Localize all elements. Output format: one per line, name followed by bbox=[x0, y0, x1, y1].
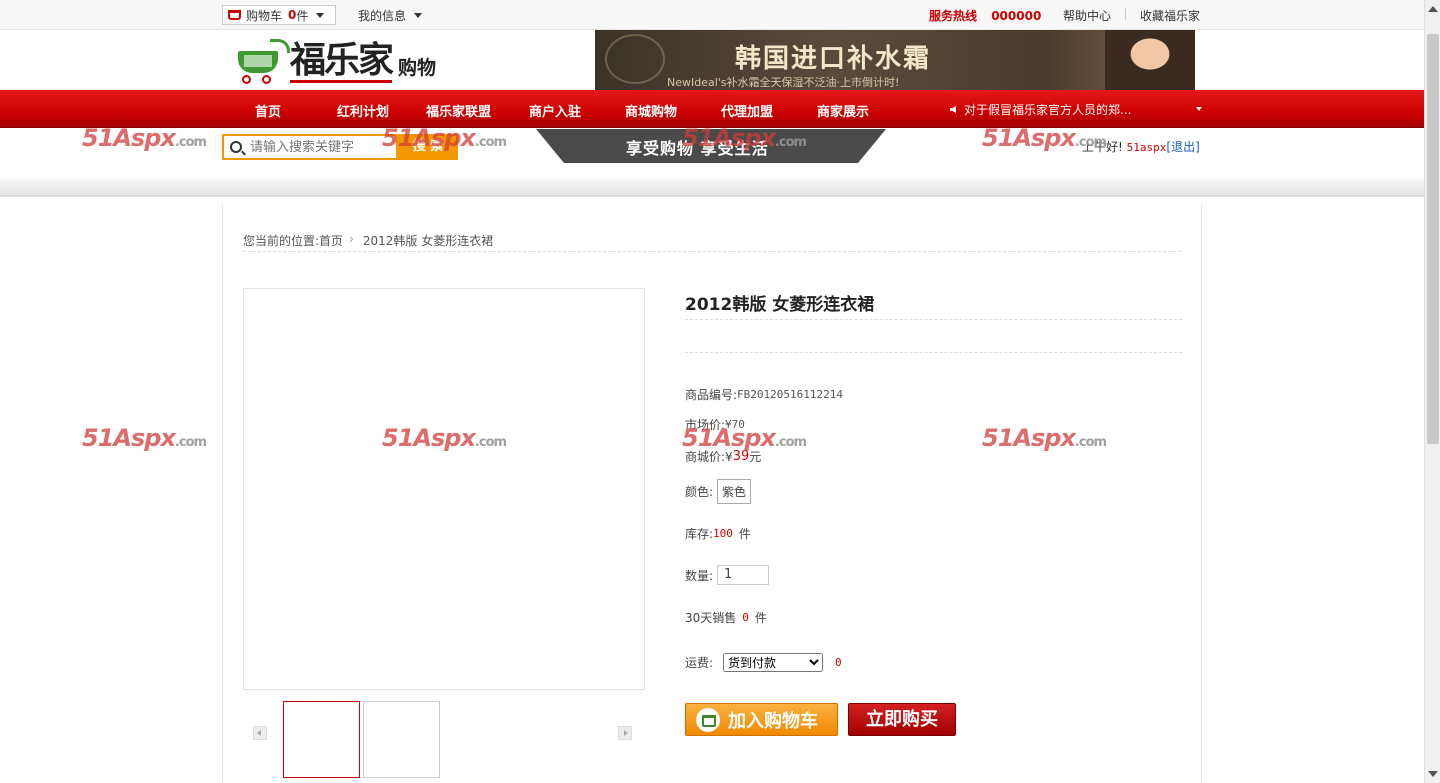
breadcrumb-prefix: 您当前的位置: bbox=[243, 234, 320, 248]
help-center-link[interactable]: 帮助中心 bbox=[1063, 7, 1111, 24]
main-nav: 首页 红利计划 福乐家联盟 商户入驻 商城购物 代理加盟 商家展示 对于假冒福乐… bbox=[0, 90, 1424, 128]
nav-item-agent[interactable]: 代理加盟 bbox=[721, 101, 773, 120]
greeting: 上午好! bbox=[1082, 140, 1123, 154]
cart-icon bbox=[228, 10, 241, 20]
sales-label: 30天销售 bbox=[685, 611, 737, 625]
nav-item-mall[interactable]: 商城购物 bbox=[625, 101, 677, 120]
top-links: 帮助中心 收藏福乐家 bbox=[1063, 7, 1200, 24]
market-price-row: 市场价: ¥70 bbox=[685, 416, 745, 433]
add-to-cart-button[interactable]: 加入购物车 bbox=[685, 703, 838, 736]
favorite-link[interactable]: 收藏福乐家 bbox=[1140, 7, 1200, 24]
quantity-row: 数量: 1 bbox=[685, 565, 770, 585]
search-input[interactable] bbox=[250, 139, 390, 155]
search-icon bbox=[230, 141, 242, 153]
stock-unit: 件 bbox=[738, 527, 751, 541]
color-label: 颜色: bbox=[685, 485, 714, 499]
stock-label: 库存: bbox=[685, 527, 714, 541]
welcome-message: 上午好! 51aspx[退出] bbox=[1082, 138, 1200, 155]
hotline-label: 服务热线 bbox=[929, 9, 978, 23]
color-option[interactable]: 紫色 bbox=[717, 479, 752, 504]
sales-row: 30天销售 0 件 bbox=[685, 609, 767, 626]
divider bbox=[685, 352, 1182, 353]
mall-price: 39 bbox=[732, 449, 750, 464]
product-code-row: 商品编号: FB20120516112214 bbox=[685, 386, 843, 403]
shipping-select[interactable]: 货到付款 bbox=[723, 653, 824, 672]
my-info-label: 我的信息 bbox=[358, 9, 407, 23]
mall-price-unit: 元 bbox=[749, 450, 762, 464]
sales-value: 0 bbox=[742, 611, 749, 624]
top-utility-bar: 购物车 0 件 我的信息 服务热线 000000 帮助中心 收藏福乐家 bbox=[0, 0, 1424, 30]
cart-label: 购物车 bbox=[246, 8, 283, 23]
nav-item-alliance[interactable]: 福乐家联盟 bbox=[426, 101, 491, 120]
banner-title: 韩国进口补水霜 bbox=[735, 44, 932, 74]
scroll-up-icon[interactable] bbox=[1428, 6, 1438, 12]
product-title: 2012韩版 女菱形连衣裙 bbox=[685, 290, 1182, 320]
nav-item-home[interactable]: 首页 bbox=[255, 101, 281, 120]
shipping-row: 运费: 货到付款 0 bbox=[685, 653, 842, 672]
notice-text: 对于假冒福乐家官方人员的郑... bbox=[964, 103, 1132, 117]
code-label: 商品编号: bbox=[685, 388, 738, 402]
mall-price-symbol: ¥ bbox=[725, 449, 733, 464]
shipping-fee: 0 bbox=[835, 656, 842, 669]
divider bbox=[1125, 8, 1127, 20]
thumb-next-button[interactable] bbox=[618, 726, 632, 740]
breadcrumb-current: 2012韩版 女菱形连衣裙 bbox=[362, 234, 494, 248]
speaker-icon bbox=[950, 106, 956, 113]
chevron-down-icon bbox=[414, 13, 423, 18]
cart-icon bbox=[696, 707, 720, 732]
chevron-down-icon[interactable] bbox=[1196, 107, 1202, 111]
thumb-prev-button[interactable] bbox=[253, 726, 267, 740]
product-code: FB20120516112214 bbox=[737, 388, 844, 401]
cart-dropdown[interactable]: 购物车 0 件 bbox=[222, 5, 336, 25]
breadcrumb: 您当前的位置: 首页 › 2012韩版 女菱形连衣裙 bbox=[243, 232, 1181, 252]
service-hotline: 服务热线 000000 bbox=[929, 7, 1041, 24]
nav-item-merchant-join[interactable]: 商户入驻 bbox=[529, 101, 581, 120]
scroll-down-icon[interactable] bbox=[1428, 771, 1438, 777]
ad-banner[interactable]: 韩国进口补水霜 NewIdeal's补水霜全天保湿不泛油·上市倒计时! bbox=[595, 30, 1195, 90]
mall-price-row: 商城价: ¥ 39 元 bbox=[685, 448, 761, 465]
stock-value: 100 bbox=[713, 527, 733, 540]
cart-unit: 件 bbox=[296, 8, 309, 23]
search-bar: 搜 索 bbox=[222, 134, 458, 160]
stock-row: 库存: 100 件 bbox=[685, 525, 751, 542]
search-button[interactable]: 搜 索 bbox=[398, 134, 458, 160]
banner-subtitle: NewIdeal's补水霜全天保湿不泛油·上市倒计时! bbox=[667, 76, 900, 89]
market-price: ¥70 bbox=[725, 418, 745, 431]
quantity-input[interactable]: 1 bbox=[717, 565, 770, 585]
model-photo bbox=[1105, 30, 1195, 90]
scrollbar-thumb[interactable] bbox=[1427, 34, 1439, 444]
product-main-image[interactable] bbox=[243, 288, 645, 690]
add-to-cart-label: 加入购物车 bbox=[728, 710, 818, 732]
logo-suffix: 购物 bbox=[398, 56, 437, 79]
my-info-dropdown[interactable]: 我的信息 bbox=[358, 7, 423, 24]
product-thumbnail[interactable] bbox=[283, 701, 360, 778]
color-row: 颜色: 紫色 bbox=[685, 479, 752, 504]
product-thumbnail[interactable] bbox=[363, 701, 440, 778]
site-logo[interactable]: 福乐家 购物 bbox=[232, 36, 447, 86]
breadcrumb-home[interactable]: 首页 bbox=[319, 232, 343, 251]
hotline-number: 000000 bbox=[991, 9, 1042, 23]
chevron-down-icon bbox=[316, 12, 325, 18]
shipping-label: 运费: bbox=[685, 656, 714, 670]
search-box[interactable] bbox=[222, 134, 398, 160]
basket-logo-icon bbox=[232, 37, 290, 85]
slogan-text: 享受购物 享受生活 bbox=[626, 139, 769, 158]
nav-item-showcase[interactable]: 商家展示 bbox=[817, 101, 869, 120]
sales-unit: 件 bbox=[754, 611, 767, 625]
watermark: 51Aspx.com bbox=[82, 424, 207, 452]
slogan-tab: 享受购物 享受生活 bbox=[536, 129, 886, 163]
logo-brand: 福乐家 bbox=[290, 38, 394, 83]
notice-ticker[interactable]: 对于假冒福乐家官方人员的郑... bbox=[950, 101, 1131, 118]
chevron-right-icon: › bbox=[349, 232, 354, 246]
mall-price-label: 商城价: bbox=[685, 450, 726, 464]
nav-item-bonus[interactable]: 红利计划 bbox=[337, 101, 389, 120]
cart-count: 0 bbox=[288, 8, 297, 22]
logout-link[interactable]: [退出] bbox=[1166, 140, 1199, 154]
vertical-scrollbar[interactable] bbox=[1424, 0, 1440, 783]
buy-now-button[interactable]: 立即购买 bbox=[848, 703, 956, 736]
qty-label: 数量: bbox=[685, 568, 714, 583]
market-price-label: 市场价: bbox=[685, 418, 726, 432]
username[interactable]: 51aspx bbox=[1127, 141, 1167, 154]
flower-decoration bbox=[605, 34, 665, 84]
